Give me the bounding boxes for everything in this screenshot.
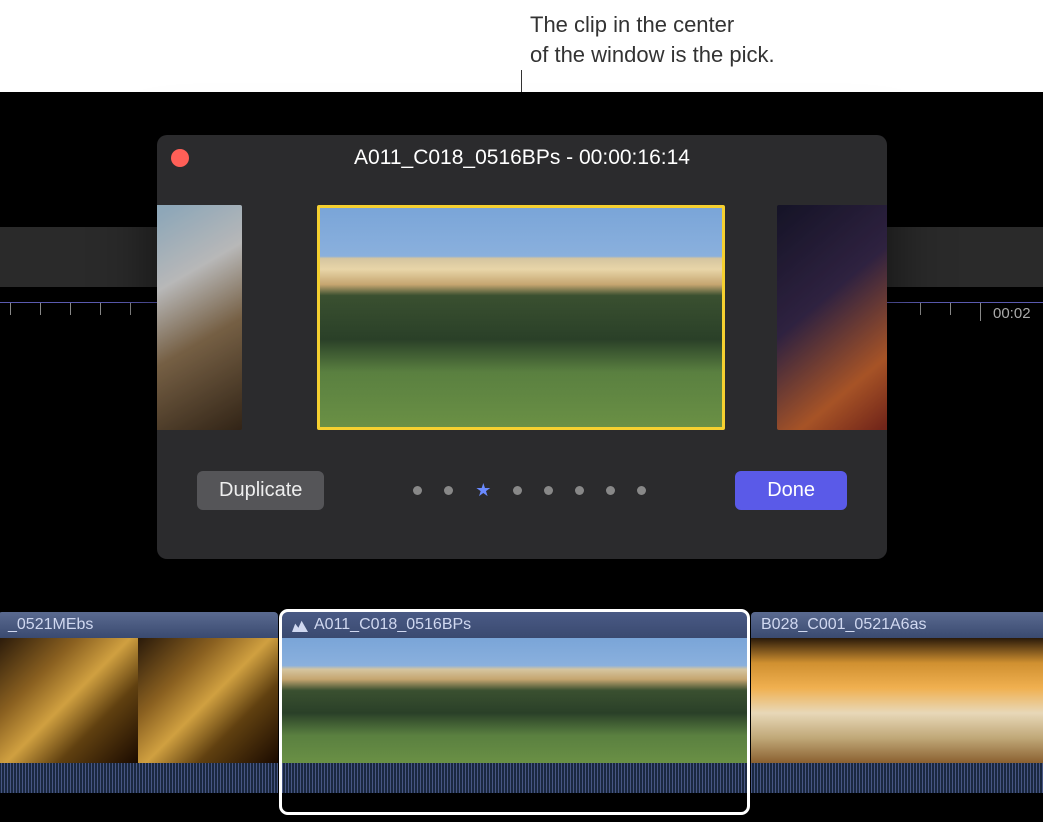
clip-timecode: 00:00:16:14 <box>579 146 690 169</box>
pick-star-icon[interactable]: ★ <box>475 481 491 499</box>
ruler-tick <box>980 303 981 321</box>
title-separator: - <box>560 146 579 169</box>
annotation-line-1: The clip in the center <box>530 10 775 40</box>
clip-waveform <box>282 763 747 793</box>
ruler-tick <box>950 303 951 315</box>
clip-filmstrip <box>282 638 747 763</box>
page-dot[interactable] <box>637 486 646 495</box>
clip-label: A011_C018_0516BPs <box>314 616 471 634</box>
page-dot[interactable] <box>444 486 453 495</box>
timeline-clip[interactable]: B028_C001_0521A6as <box>751 612 1043 812</box>
page-indicator[interactable]: ★ <box>413 481 646 499</box>
page-dot[interactable] <box>513 486 522 495</box>
audition-alternate-left[interactable] <box>157 205 242 430</box>
page-dot[interactable] <box>544 486 553 495</box>
annotation-line-2: of the window is the pick. <box>530 40 775 70</box>
clip-header: B028_C001_0521A6as <box>751 612 1043 638</box>
ruler-tick <box>100 303 101 315</box>
ruler-tick <box>920 303 921 315</box>
audition-carousel[interactable] <box>157 180 887 460</box>
page-dot[interactable] <box>575 486 584 495</box>
annotation-callout: The clip in the center of the window is … <box>530 10 775 69</box>
window-titlebar[interactable]: A011_C018_0516BPs - 00:00:16:14 <box>157 135 887 180</box>
timeline-clip-selected[interactable]: A011_C018_0516BPs <box>282 612 747 812</box>
ruler-timecode-label: 00:02 <box>993 305 1031 322</box>
clip-waveform <box>0 763 278 793</box>
audition-controls: Duplicate ★ Done <box>157 460 887 520</box>
clip-header: _0521MEbs <box>0 612 278 638</box>
window-title: A011_C018_0516BPs - 00:00:16:14 <box>157 146 887 170</box>
ruler-tick <box>130 303 131 315</box>
duplicate-button[interactable]: Duplicate <box>197 471 324 510</box>
timeline-clip[interactable]: _0521MEbs <box>0 612 278 812</box>
audition-badge-icon <box>292 618 308 632</box>
page-dot[interactable] <box>413 486 422 495</box>
ruler-tick <box>40 303 41 315</box>
ruler-tick <box>70 303 71 315</box>
close-button[interactable] <box>171 149 189 167</box>
page-dot[interactable] <box>606 486 615 495</box>
audition-alternate-right[interactable] <box>777 205 887 430</box>
clip-filmstrip <box>0 638 278 763</box>
clip-filmstrip <box>751 638 1043 763</box>
clip-name: A011_C018_0516BPs <box>354 146 560 169</box>
timeline-track[interactable]: _0521MEbs A011_C018_0516BPs <box>0 612 1043 812</box>
clip-waveform <box>751 763 1043 793</box>
audition-pick[interactable] <box>317 205 725 430</box>
app-viewport: 00:02 A011_C018_0516BPs - 00:00:16:14 Du… <box>0 92 1043 822</box>
clip-header: A011_C018_0516BPs <box>282 612 747 638</box>
ruler-tick <box>10 303 11 315</box>
audition-window: A011_C018_0516BPs - 00:00:16:14 Duplicat… <box>157 135 887 559</box>
clip-label: B028_C001_0521A6as <box>761 616 926 634</box>
clip-label: _0521MEbs <box>8 616 93 634</box>
done-button[interactable]: Done <box>735 471 847 510</box>
